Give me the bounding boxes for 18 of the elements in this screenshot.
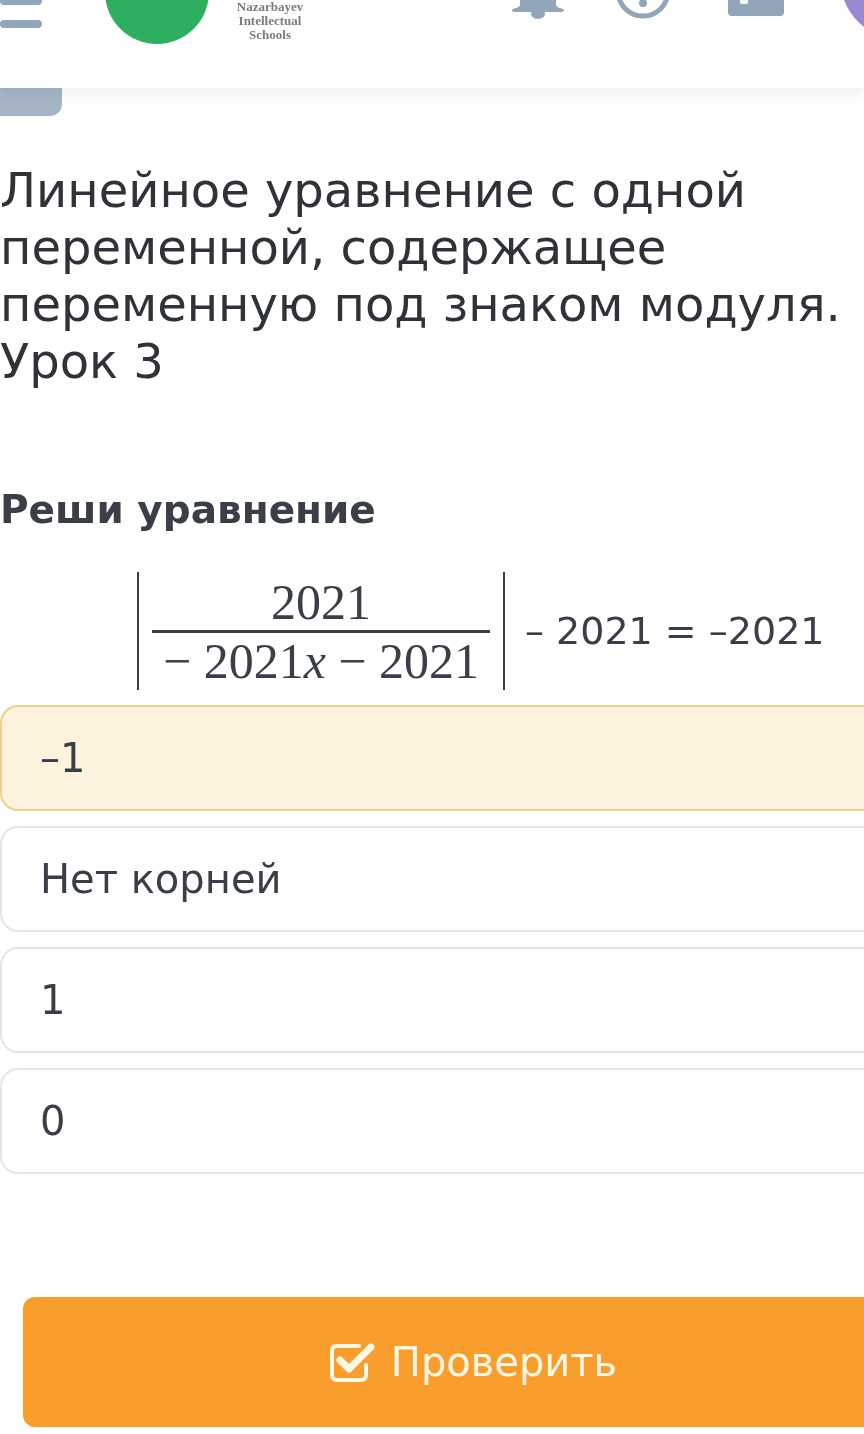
bell-icon[interactable] [512,0,564,20]
lesson-title: Линейное уравнение с одной переменной, содержащее переменную под знаком модуля. Урок 3 [0,162,842,390]
menu-icon[interactable] [0,0,44,30]
logo-text: Schools [249,28,291,42]
task-prompt: Реши уравнение [0,486,377,534]
answer-option[interactable]: Нет корней [0,826,864,932]
fraction-numerator: 2021 [271,573,371,630]
help-icon[interactable] [615,0,671,20]
answer-option[interactable]: 1 [0,947,864,1053]
header-tab[interactable] [0,88,62,116]
logo-text: Intellectual [238,14,302,28]
fraction-denominator: − 2021x − 2021 [162,632,480,689]
checkbox-tick-icon [328,1341,375,1383]
answer-option[interactable]: 0 [0,1068,864,1174]
equation-text: – 2021 = –2021 [525,608,825,655]
logo-text: Nazarbayev [236,0,304,14]
document-icon[interactable] [728,0,784,16]
answer-option[interactable]: –1 [0,705,864,811]
